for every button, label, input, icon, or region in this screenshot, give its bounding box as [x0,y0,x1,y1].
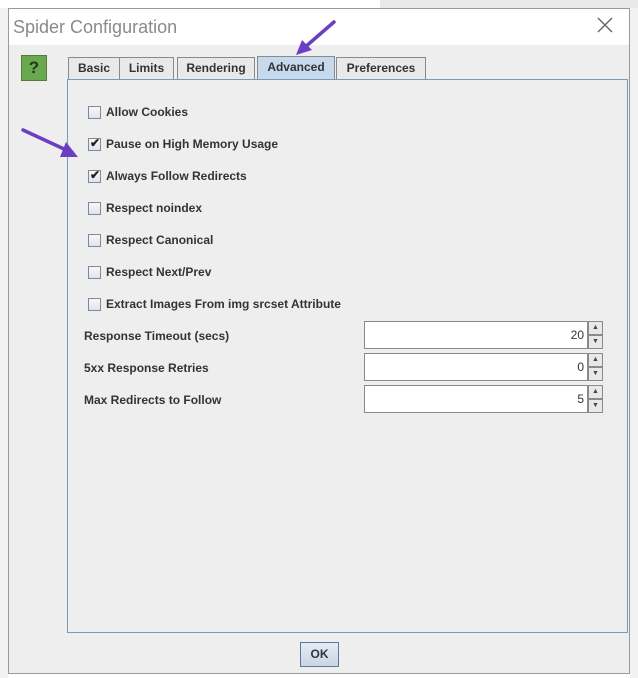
annotation-arrow-icon [296,20,336,55]
spider-configuration-dialog: Spider Configuration ? Basic Limits Rend… [8,8,630,674]
spin-down-icon[interactable]: ▼ [588,335,603,349]
pause-high-memory-checkbox[interactable]: ✔ [88,136,101,151]
check-mark-icon: ✔ [90,168,101,182]
spin-up-icon[interactable]: ▲ [588,321,603,335]
spin-up-icon[interactable]: ▲ [588,385,603,399]
allow-cookies-checkbox[interactable] [88,106,101,119]
max-redirects-input[interactable]: 5 [364,385,588,413]
5xx-retries-spinner: 0 ▲ ▼ [364,353,604,381]
extract-srcset-label: Extract Images From img srcset Attribute [106,297,341,311]
5xx-retries-input[interactable]: 0 [364,353,588,381]
always-follow-redirects-label: Always Follow Redirects [106,169,247,183]
tab-basic[interactable]: Basic [68,57,120,79]
dialog-title: Spider Configuration [13,17,178,37]
response-timeout-spinner: 20 ▲ ▼ [364,321,604,349]
background-right-edge [630,8,638,678]
spin-down-icon[interactable]: ▼ [588,367,603,381]
close-icon[interactable] [595,15,615,35]
tab-rendering[interactable]: Rendering [177,57,255,79]
respect-noindex-checkbox[interactable] [88,202,101,215]
pause-high-memory-label: Pause on High Memory Usage [106,137,279,151]
annotation-arrow-icon [21,128,78,157]
help-icon[interactable]: ? [21,55,47,81]
ok-button[interactable]: OK [300,642,339,667]
always-follow-redirects-checkbox[interactable]: ✔ [88,168,101,183]
response-timeout-input[interactable]: 20 [364,321,588,349]
respect-next-prev-label: Respect Next/Prev [106,265,212,279]
respect-noindex-label: Respect noindex [106,201,203,215]
advanced-panel: Allow Cookies ✔ Pause on High Memory Usa… [67,79,628,633]
max-redirects-spinner: 5 ▲ ▼ [364,385,604,413]
allow-cookies-label: Allow Cookies [106,105,189,119]
respect-canonical-label: Respect Canonical [106,233,214,247]
tab-limits[interactable]: Limits [119,57,174,79]
5xx-retries-label: 5xx Response Retries [84,361,209,375]
tab-preferences[interactable]: Preferences [336,57,426,79]
tab-advanced[interactable]: Advanced [257,56,335,79]
spin-down-icon[interactable]: ▼ [588,399,603,413]
extract-srcset-checkbox[interactable] [88,298,101,311]
max-redirects-label: Max Redirects to Follow [84,393,222,407]
respect-canonical-checkbox[interactable] [88,234,101,247]
background-left-edge [0,8,8,678]
check-mark-icon: ✔ [90,136,101,150]
spin-up-icon[interactable]: ▲ [588,353,603,367]
response-timeout-label: Response Timeout (secs) [84,329,230,343]
respect-next-prev-checkbox[interactable] [88,266,101,279]
